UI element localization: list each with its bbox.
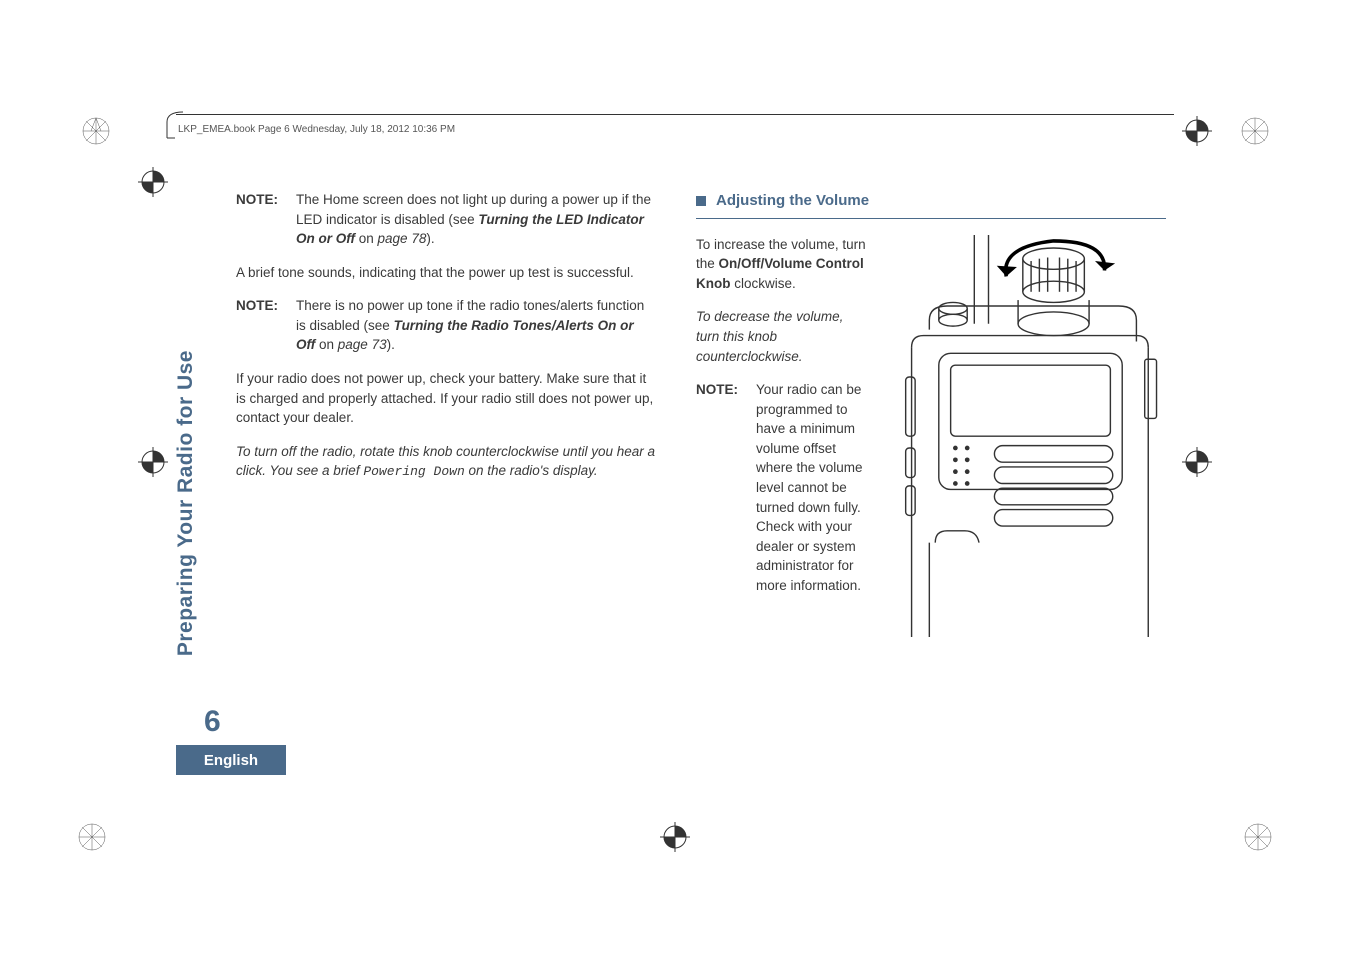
language-footer: English (176, 745, 286, 775)
content-area: NOTE: The Home screen does not light up … (236, 190, 1174, 651)
registration-starburst-icon (81, 116, 111, 146)
body-paragraph: If your radio does not power up, check y… (236, 369, 656, 428)
page-ref: page 73 (338, 337, 387, 352)
note-text-fragment: on (355, 231, 378, 246)
header-rule (176, 114, 1174, 115)
text-with-illustration: To increase the volume, turn the On/Off/… (696, 235, 1166, 637)
body-paragraph: A brief tone sounds, indicating that the… (236, 263, 656, 283)
right-column: Adjusting the Volume To increase the vol… (696, 190, 1166, 651)
note-block: NOTE: Your radio can be programmed to ha… (696, 380, 866, 595)
crop-bracket-icon (165, 110, 195, 140)
note-text-fragment: ). (387, 337, 395, 352)
registration-starburst-icon (1243, 822, 1273, 852)
text-fragment: on the radio's display. (465, 463, 598, 478)
body-paragraph-italic: To decrease the volume, turn this knob c… (696, 307, 866, 366)
note-label: NOTE: (696, 380, 756, 595)
note-text-fragment: ). (426, 231, 434, 246)
note-text: Your radio can be programmed to have a m… (756, 380, 866, 595)
registration-mark-icon (1182, 447, 1212, 477)
right-text-column: To increase the volume, turn the On/Off/… (696, 235, 866, 637)
note-label: NOTE: (236, 296, 296, 355)
text-fragment: clockwise. (731, 276, 796, 291)
note-label: NOTE: (236, 190, 296, 249)
radio-knob-illustration (882, 235, 1166, 637)
note-text: The Home screen does not light up during… (296, 190, 656, 249)
square-bullet-icon (696, 196, 706, 206)
section-header: Adjusting the Volume (696, 190, 1166, 212)
display-text-mono: Powering Down (363, 464, 464, 479)
note-block: NOTE: The Home screen does not light up … (236, 190, 656, 249)
left-column: NOTE: The Home screen does not light up … (236, 190, 656, 651)
registration-starburst-icon (77, 822, 107, 852)
page-ref: page 78 (378, 231, 427, 246)
registration-mark-icon (138, 447, 168, 477)
header-meta-text: LKP_EMEA.book Page 6 Wednesday, July 18,… (178, 124, 455, 135)
registration-starburst-icon (1240, 116, 1270, 146)
registration-mark-icon (138, 167, 168, 197)
note-text-fragment: on (315, 337, 338, 352)
registration-mark-icon (660, 822, 690, 852)
section-sidebar-title: Preparing Your Radio for Use (174, 350, 198, 656)
section-title: Adjusting the Volume (716, 190, 869, 212)
page-number: 6 (204, 705, 221, 739)
body-paragraph: To increase the volume, turn the On/Off/… (696, 235, 866, 294)
note-block: NOTE: There is no power up tone if the r… (236, 296, 656, 355)
registration-mark-icon (1182, 116, 1212, 146)
body-paragraph-italic: To turn off the radio, rotate this knob … (236, 442, 656, 482)
note-text: There is no power up tone if the radio t… (296, 296, 656, 355)
section-rule (696, 218, 1166, 219)
